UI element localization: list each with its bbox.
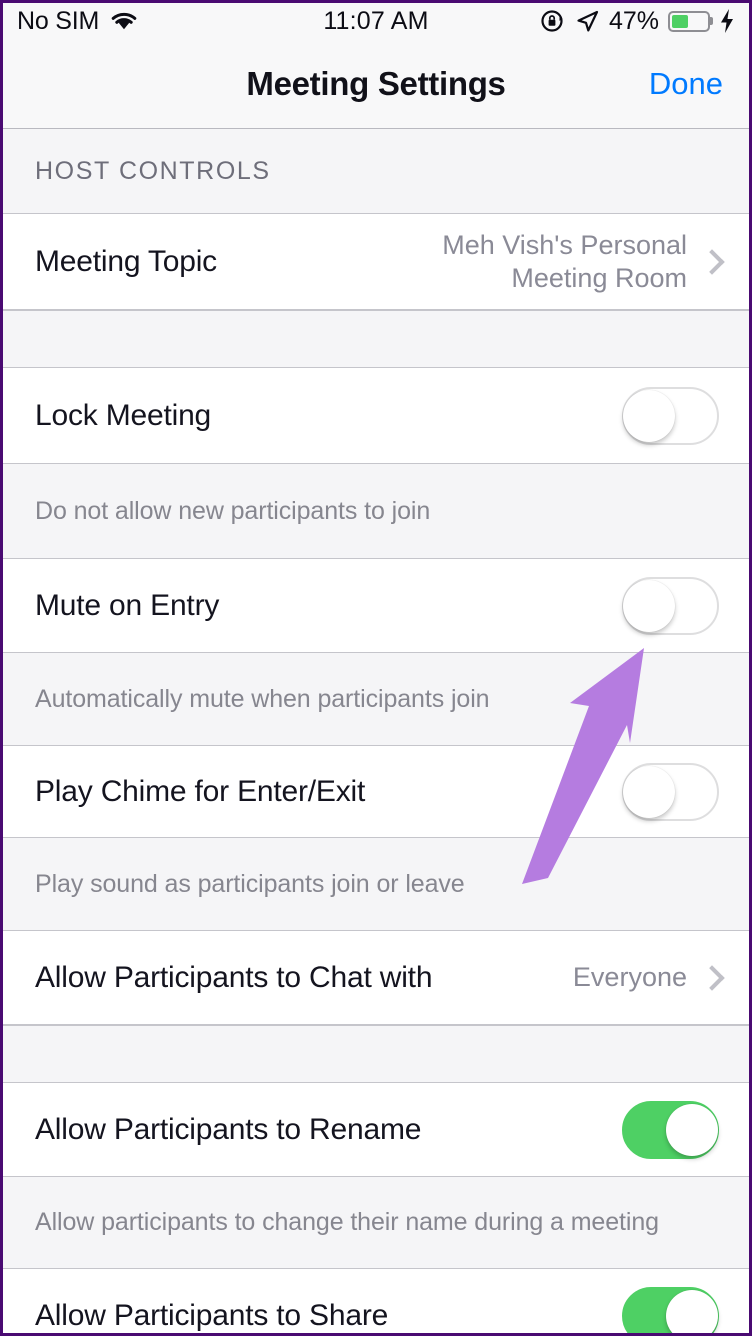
switch-knob: [666, 1103, 718, 1156]
row-label-chat-with: Allow Participants to Chat with: [35, 960, 433, 994]
play-chime-switch[interactable]: [622, 762, 719, 821]
row-allow-share[interactable]: Allow Participants to Share: [3, 1269, 749, 1333]
done-button[interactable]: Done: [649, 66, 723, 102]
lock-meeting-switch[interactable]: [622, 386, 719, 445]
mute-on-entry-switch[interactable]: [622, 576, 719, 635]
section-header-host-controls: HOST CONTROLS: [3, 129, 749, 214]
row-mute-on-entry[interactable]: Mute on Entry: [3, 559, 749, 653]
footnote-allow-rename: Allow participants to change their name …: [3, 1177, 749, 1269]
switch-knob: [666, 1289, 718, 1333]
location-arrow-icon: [577, 10, 599, 31]
footnote-text: Do not allow new participants to join: [35, 496, 431, 525]
chevron-right-icon: [699, 964, 725, 991]
page-title: Meeting Settings: [246, 64, 506, 102]
footnote-mute-on-entry: Automatically mute when participants joi…: [3, 653, 749, 746]
switch-knob: [623, 389, 675, 442]
row-chat-with[interactable]: Allow Participants to Chat with Everyone: [3, 931, 749, 1025]
row-meeting-topic[interactable]: Meeting Topic Meh Vish's Personal Meetin…: [3, 214, 749, 310]
footnote-text: Play sound as participants join or leave: [35, 869, 465, 898]
row-label-allow-share: Allow Participants to Share: [35, 1298, 389, 1332]
navigation-bar: Meeting Settings Done: [3, 39, 749, 129]
footnote-text: Allow participants to change their name …: [35, 1208, 659, 1236]
switch-knob: [623, 765, 675, 818]
charging-bolt-icon: [721, 9, 733, 33]
row-label-allow-rename: Allow Participants to Rename: [35, 1112, 422, 1146]
allow-rename-switch[interactable]: [622, 1100, 719, 1159]
rotation-lock-icon: [541, 10, 563, 32]
battery-fill: [672, 14, 688, 28]
battery-icon: [668, 10, 713, 32]
row-play-chime[interactable]: Play Chime for Enter/Exit: [3, 746, 749, 838]
allow-share-switch[interactable]: [622, 1286, 719, 1333]
battery-percent-label: 47%: [608, 6, 659, 35]
row-label-play-chime: Play Chime for Enter/Exit: [35, 774, 366, 808]
row-value-meeting-topic: Meh Vish's Personal Meeting Room: [442, 229, 687, 293]
section-gap: [3, 310, 749, 368]
phone-screen: No SIM 11:07 AM 47% Meeting Settings Don…: [0, 0, 752, 1336]
section-gap: [3, 1025, 749, 1083]
switch-knob: [623, 579, 675, 632]
section-header-label: HOST CONTROLS: [35, 156, 271, 185]
row-value-chat-with: Everyone: [572, 962, 687, 993]
row-label-mute-on-entry: Mute on Entry: [35, 588, 220, 622]
row-label-lock-meeting: Lock Meeting: [35, 398, 212, 432]
row-lock-meeting[interactable]: Lock Meeting: [3, 368, 749, 464]
footnote-lock-meeting: Do not allow new participants to join: [3, 464, 749, 559]
battery-cap: [710, 17, 713, 25]
chevron-right-icon: [699, 248, 725, 275]
row-allow-rename[interactable]: Allow Participants to Rename: [3, 1083, 749, 1177]
status-bar-right: 47%: [540, 7, 735, 36]
footnote-play-chime: Play sound as participants join or leave: [3, 838, 749, 931]
footnote-text: Automatically mute when participants joi…: [35, 684, 490, 713]
row-label-meeting-topic: Meeting Topic: [35, 244, 217, 278]
status-bar: No SIM 11:07 AM 47%: [3, 3, 749, 39]
